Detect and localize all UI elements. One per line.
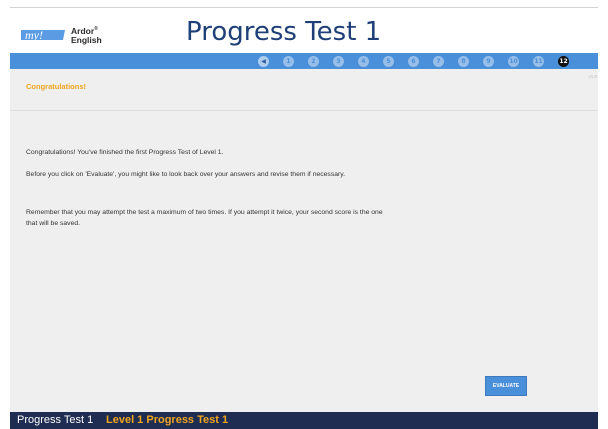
question-nav-item-10[interactable]: 10 <box>508 55 519 67</box>
congratulations-paragraph: Congratulations! You’ve finished the fir… <box>26 149 224 156</box>
logo-line2: English <box>71 34 102 45</box>
question-nav-item-9[interactable]: 9 <box>483 55 494 67</box>
back-arrow-icon[interactable]: ◀ <box>258 55 269 67</box>
question-nav-item-4[interactable]: 4 <box>358 55 369 67</box>
registered-mark: ® <box>94 26 98 33</box>
footer-subtitle: Level 1 Progress Test 1 <box>106 414 229 426</box>
footer-bar: Progress Test 1 Level 1 Progress Test 1 <box>10 412 598 429</box>
question-nav-item-12-current[interactable]: 12 <box>558 55 569 67</box>
question-nav: ◀ 1 2 3 4 5 6 7 8 9 10 11 12 <box>258 54 569 68</box>
attempts-paragraph: Remember that you may attempt the test a… <box>26 209 383 227</box>
svg-text:my!: my! <box>25 28 43 42</box>
question-nav-item-5[interactable]: 5 <box>383 55 394 67</box>
version-label: v1.0 <box>588 74 597 79</box>
ardor-english-logo: my! Ardor® English <box>19 25 102 45</box>
section-title: Congratulations! <box>26 82 86 91</box>
question-nav-item-7[interactable]: 7 <box>433 55 444 67</box>
logo-text: Ardor® English <box>71 25 102 45</box>
question-nav-item-1[interactable]: 1 <box>283 55 294 67</box>
main-content: Congratulations! You’ve finished the fir… <box>10 111 598 412</box>
question-nav-item-3[interactable]: 3 <box>333 55 344 67</box>
review-paragraph: Before you click on 'Evaluate', you migh… <box>26 171 346 178</box>
evaluate-button[interactable]: EVALUATE <box>485 376 527 396</box>
header: my! Ardor® English Progress Test 1 <box>0 8 608 53</box>
footer-title: Progress Test 1 <box>17 414 94 426</box>
question-nav-item-11[interactable]: 11 <box>533 55 544 67</box>
section-header: Congratulations! v1.0 <box>10 69 598 111</box>
question-nav-item-2[interactable]: 2 <box>308 55 319 67</box>
myl-logo-icon: my! <box>21 28 65 42</box>
question-nav-bar: ◀ 1 2 3 4 5 6 7 8 9 10 11 12 <box>10 53 598 69</box>
question-nav-item-6[interactable]: 6 <box>408 55 419 67</box>
question-nav-item-8[interactable]: 8 <box>458 55 469 67</box>
page-title: Progress Test 1 <box>186 17 382 47</box>
